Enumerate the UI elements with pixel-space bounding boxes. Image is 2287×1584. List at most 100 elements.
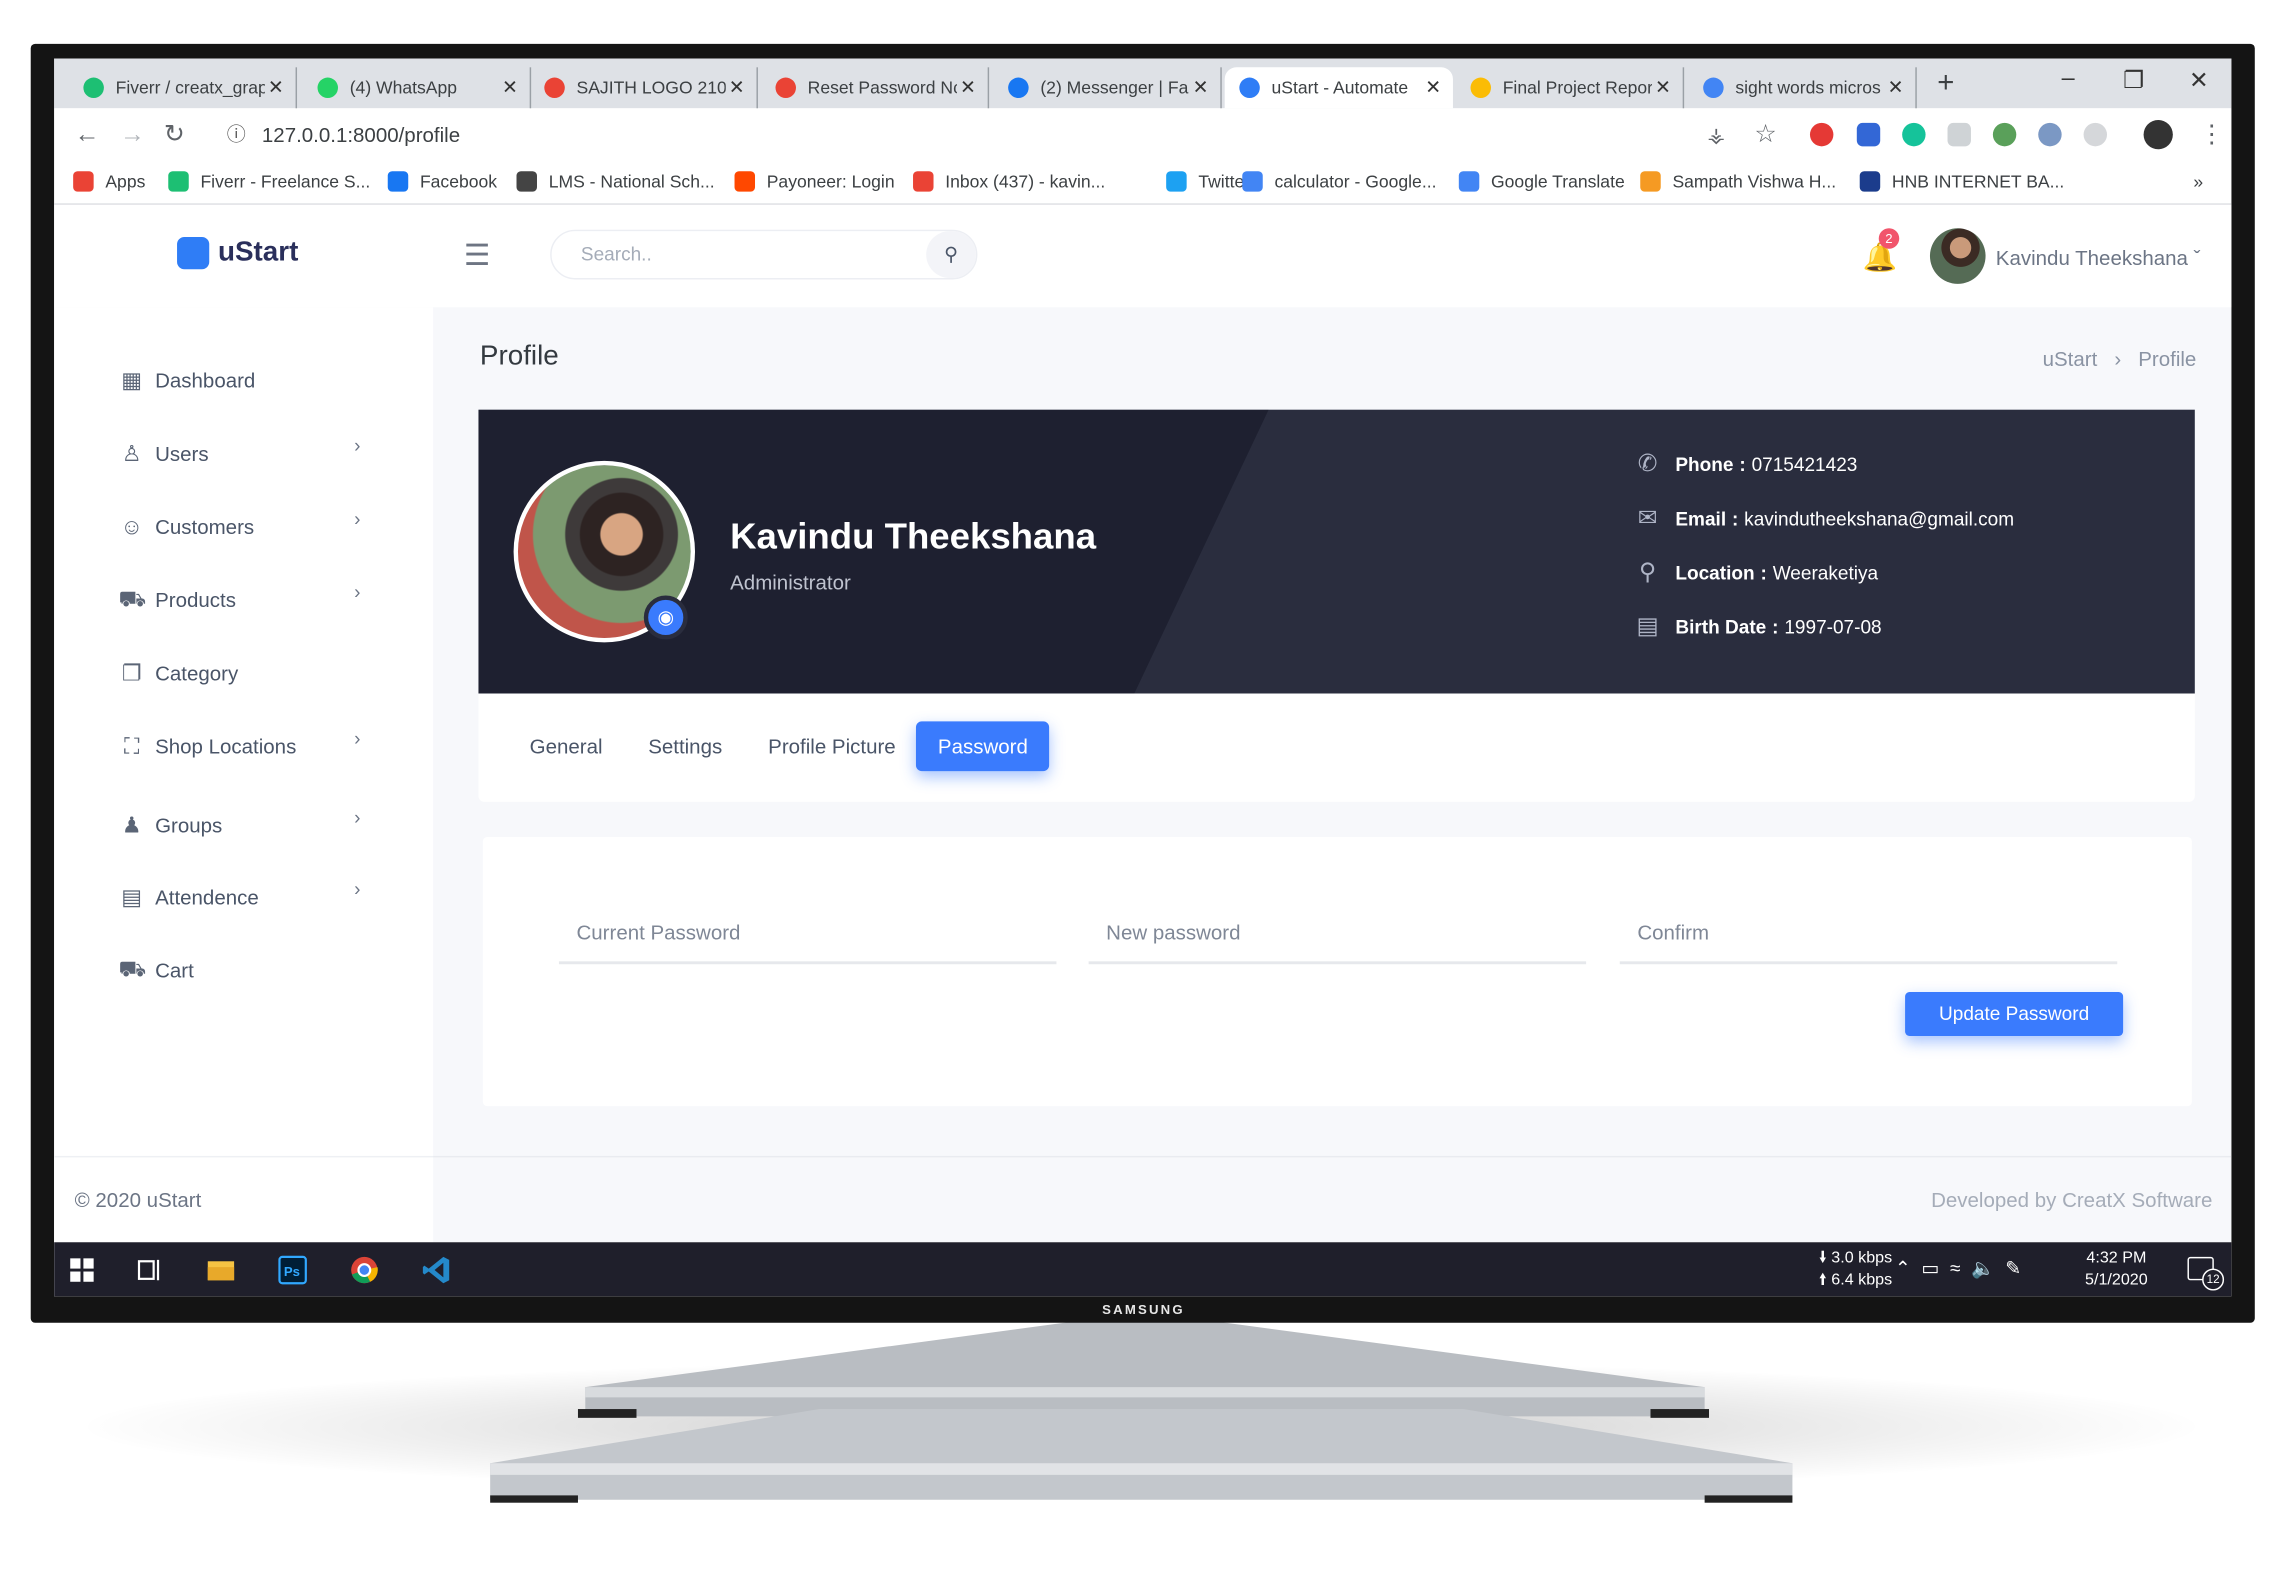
extension-icon[interactable] [1856, 122, 1881, 147]
breadcrumb-root[interactable]: uStart [2043, 347, 2098, 370]
tab-settings[interactable]: Settings [626, 721, 744, 771]
close-tab-icon[interactable]: ✕ [502, 76, 518, 99]
sidebar-item-customers[interactable]: ☺ Customers [119, 512, 254, 541]
browser-tab[interactable]: (4) WhatsApp ✕ [303, 67, 532, 109]
profile-role: Administrator [730, 570, 851, 595]
task-view-icon[interactable] [133, 1254, 165, 1286]
key-icon[interactable]: ⚶ [1708, 123, 1725, 148]
sidebar-item-users[interactable]: ♙ Users [119, 439, 209, 468]
action-center-icon[interactable]: 12 [2187, 1256, 2225, 1291]
chevron-right-icon[interactable]: › [354, 435, 360, 457]
windows-start-icon[interactable] [66, 1254, 98, 1286]
photoshop-icon[interactable]: Ps [277, 1254, 309, 1286]
copyright: © 2020 uStart [74, 1188, 202, 1212]
close-tab-icon[interactable]: ✕ [1655, 76, 1671, 99]
extension-icon[interactable] [1992, 122, 2017, 147]
extension-icon[interactable] [2083, 122, 2108, 147]
search-input[interactable]: Search.. ⚲ [550, 229, 978, 280]
sidebar-item-cart[interactable]: ⛟ Cart [119, 955, 194, 984]
update-password-button[interactable]: Update Password [1905, 992, 2124, 1036]
logo[interactable]: uStart [177, 237, 298, 270]
more-bookmarks-icon[interactable]: » [2193, 171, 2203, 191]
system-tray[interactable]: ⌃ ▭ ≈ 🔈 ✎ [1895, 1257, 2021, 1280]
phone-info: ✆ Phone:0715421423 [1633, 449, 1858, 478]
pen-icon[interactable]: ✎ [2005, 1257, 2021, 1279]
bookmark-item[interactable]: HNB INTERNET BA... [1859, 171, 2064, 192]
browser-tab[interactable]: Fiverr / creatx_grap ✕ [69, 67, 298, 109]
browser-tab[interactable]: Reset Password Nc ✕ [761, 67, 990, 109]
sidebar-item-attendence[interactable]: ▤ Attendence [119, 882, 258, 911]
tab-favicon-icon [1703, 77, 1724, 99]
close-tab-icon[interactable]: ✕ [960, 76, 976, 99]
forward-icon[interactable]: → [120, 120, 145, 149]
app-header: uStart ☰ Search.. ⚲ 🔔 2 Kavindu Theekshan… [54, 204, 2232, 308]
vscode-icon[interactable] [420, 1254, 452, 1286]
chevron-right-icon[interactable]: › [354, 508, 360, 530]
sidebar-item-shop-locations[interactable]: ⛶ Shop Locations [119, 732, 296, 761]
menu-toggle-icon[interactable]: ☰ [464, 237, 490, 274]
search-icon[interactable]: ⚲ [926, 231, 976, 279]
close-tab-icon[interactable]: ✕ [1425, 76, 1441, 99]
extension-icon[interactable] [2038, 122, 2062, 147]
new-password-field[interactable]: New password [1088, 906, 1587, 965]
adblock-icon[interactable] [1809, 122, 1834, 147]
tab-general[interactable]: General [508, 721, 625, 771]
camera-icon[interactable]: ◉ [643, 595, 688, 640]
bookmark-item[interactable]: Inbox (437) - kavin... [913, 171, 1105, 192]
sidebar-item-groups[interactable]: ♟ Groups [119, 811, 222, 840]
wifi-icon[interactable]: ≈ [1950, 1257, 1960, 1279]
sidebar-item-products[interactable]: ⛟ Products [119, 585, 236, 614]
location-icon: ⚲ [1638, 560, 1657, 586]
sidebar-item-category[interactable]: ❐ Category [119, 658, 238, 687]
cart-icon: ⛟ [118, 956, 147, 982]
browser-tab[interactable]: SAJITH LOGO 210 ✕ [530, 67, 758, 109]
chevron-right-icon[interactable]: › [354, 581, 360, 603]
current-password-field[interactable]: Current Password [558, 906, 1057, 965]
bookmark-item[interactable]: Fiverr - Freelance S... [168, 171, 370, 192]
chevron-up-icon[interactable]: ⌃ [1895, 1257, 1911, 1279]
battery-icon[interactable]: ▭ [1921, 1257, 1939, 1279]
chrome-icon[interactable] [348, 1254, 380, 1286]
info-icon[interactable]: ⓘ [227, 114, 246, 155]
clock[interactable]: 4:32 PM 5/1/2020 [2085, 1248, 2148, 1292]
reload-icon[interactable]: ↻ [164, 120, 185, 149]
close-tab-icon[interactable]: ✕ [729, 76, 745, 99]
profile-avatar-icon[interactable] [2143, 119, 2173, 150]
browser-tab[interactable]: Final Project Repor ✕ [1456, 67, 1685, 109]
file-explorer-icon[interactable] [205, 1254, 237, 1286]
extension-icon[interactable] [1947, 122, 1971, 147]
bookmark-item[interactable]: Apps [73, 171, 145, 192]
sidebar-item-dashboard[interactable]: ▦ Dashboard [119, 366, 255, 395]
bookmark-item[interactable]: Twitter [1166, 171, 1250, 192]
bookmark-item[interactable]: Sampath Vishwa H... [1640, 171, 1836, 192]
tab-password[interactable]: Password [915, 721, 1050, 772]
back-icon[interactable]: ← [75, 120, 100, 149]
new-tab-icon[interactable]: + [1937, 67, 1954, 101]
maximize-icon[interactable]: ❐ [2123, 66, 2144, 95]
tab-profile-picture[interactable]: Profile Picture [746, 721, 917, 771]
grammarly-icon[interactable] [1902, 122, 1926, 147]
volume-icon[interactable]: 🔈 [1971, 1257, 1995, 1279]
confirm-password-field[interactable]: Confirm [1619, 906, 2118, 965]
close-tab-icon[interactable]: ✕ [1888, 76, 1904, 99]
url-field[interactable]: ⓘ 127.0.0.1:8000/profile [212, 114, 1746, 156]
chevron-right-icon[interactable]: › [354, 878, 360, 900]
bookmark-item[interactable]: Payoneer: Login [734, 171, 895, 192]
browser-tab[interactable]: sight words micros ✕ [1689, 67, 1917, 109]
browser-tab[interactable]: uStart - Automate ✕ [1224, 67, 1453, 109]
minimize-icon[interactable]: – [2062, 66, 2075, 92]
user-menu[interactable]: Kavindu Theekshana ˇ [1996, 246, 2201, 269]
close-tab-icon[interactable]: ✕ [1193, 76, 1209, 99]
close-tab-icon[interactable]: ✕ [268, 76, 284, 99]
bookmark-item[interactable]: Google Translate [1458, 171, 1625, 192]
chevron-right-icon[interactable]: › [354, 806, 360, 828]
avatar[interactable] [1929, 228, 1986, 284]
bookmark-item[interactable]: LMS - National Sch... [516, 171, 715, 192]
bookmark-item[interactable]: calculator - Google... [1242, 171, 1436, 192]
menu-dots-icon[interactable]: ⋮ [2199, 120, 2224, 149]
star-icon[interactable]: ☆ [1754, 120, 1776, 149]
close-window-icon[interactable]: ✕ [2189, 66, 2209, 95]
bookmark-item[interactable]: Facebook [387, 171, 497, 192]
browser-tab[interactable]: (2) Messenger | Fa ✕ [994, 67, 1222, 109]
chevron-right-icon[interactable]: › [354, 727, 360, 749]
